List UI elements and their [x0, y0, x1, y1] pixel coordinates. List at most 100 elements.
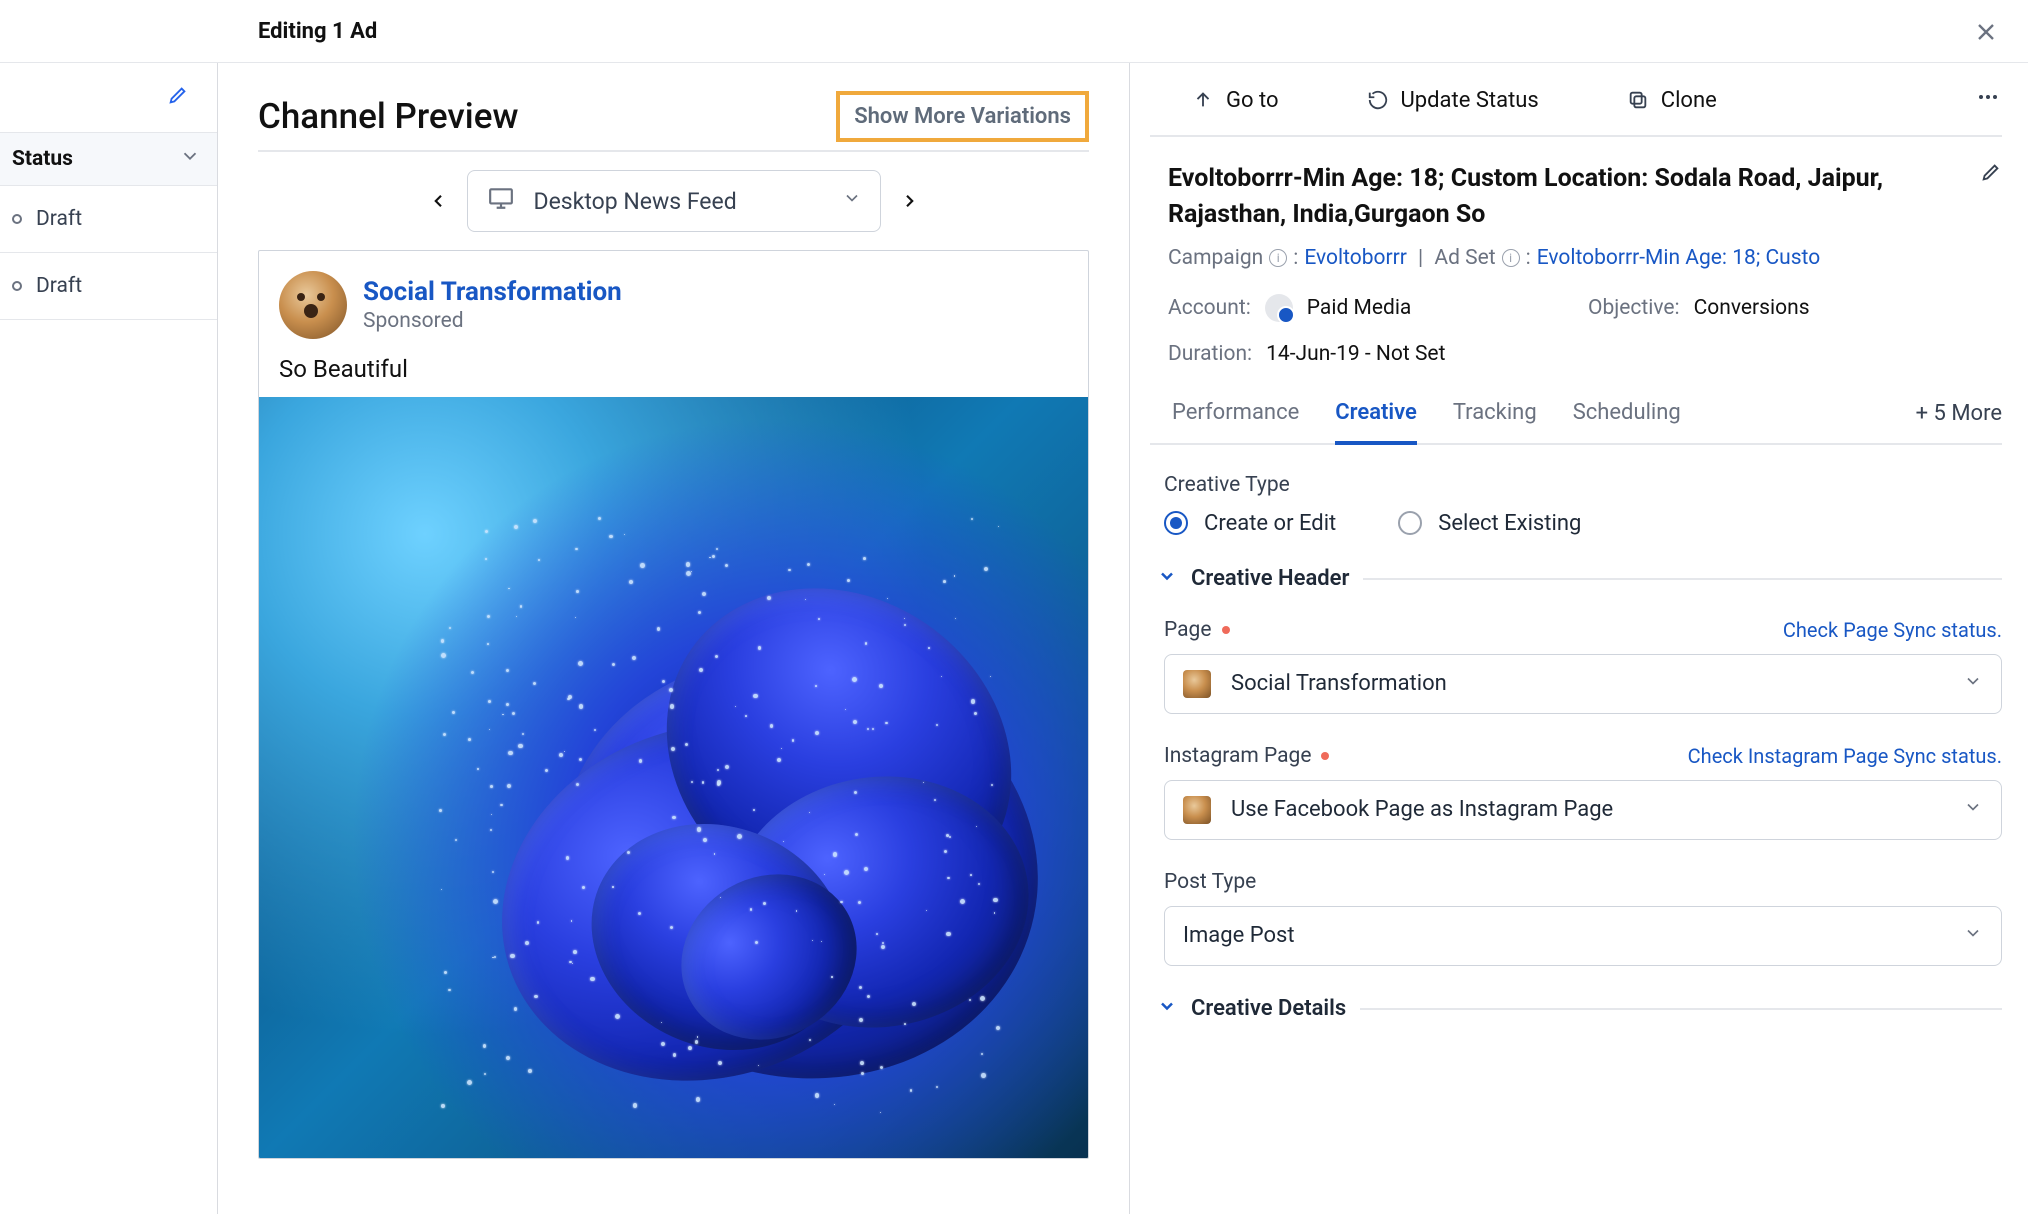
ad-title-row: Evoltoborrr-Min Age: 18; Custom Location…: [1150, 137, 2002, 244]
clone-label: Clone: [1661, 88, 1717, 113]
tabs: Performance Creative Tracking Scheduling…: [1150, 366, 2002, 445]
page-avatar: [279, 271, 347, 339]
field-label: Post Type: [1164, 870, 1256, 894]
creative-type-label: Creative Type: [1157, 473, 2002, 511]
edit-pencil-icon[interactable]: [167, 84, 189, 112]
chevron-down-icon: [1157, 566, 1177, 592]
post-type-value: Image Post: [1183, 923, 1943, 948]
status-item[interactable]: Draft: [0, 186, 217, 253]
tab-creative[interactable]: Creative: [1335, 400, 1417, 445]
radio-label: Select Existing: [1438, 511, 1581, 536]
creative-type-radios: Create or Edit Select Existing: [1157, 511, 2002, 566]
instagram-page-field: Instagram Page Check Instagram Page Sync…: [1157, 744, 2002, 870]
post-type-select[interactable]: Image Post: [1164, 906, 2002, 966]
post-preview-card: Social Transformation Sponsored So Beaut…: [258, 250, 1089, 1159]
show-more-variations-button[interactable]: Show More Variations: [836, 91, 1089, 142]
required-icon: [1222, 626, 1230, 634]
status-item-label: Draft: [36, 207, 82, 231]
tab-scheduling[interactable]: Scheduling: [1573, 400, 1681, 443]
goto-button[interactable]: Go to: [1192, 88, 1279, 113]
divider: [1363, 578, 2002, 580]
topbar: Editing 1 Ad: [0, 0, 2028, 63]
next-variation-button[interactable]: [893, 184, 927, 218]
right-panel: Go to Update Status Clone Evoltoborrr-Mi…: [1130, 63, 2028, 1214]
campaign-link[interactable]: Evoltoborrr: [1304, 246, 1407, 270]
adset-label: Ad Set: [1434, 246, 1495, 270]
goto-label: Go to: [1226, 88, 1279, 113]
page-title: Editing 1 Ad: [258, 19, 377, 44]
info-icon[interactable]: i: [1502, 249, 1520, 267]
status-dot-icon: [12, 214, 22, 224]
layout: Status Draft Draft Channel Preview Show …: [0, 63, 2028, 1214]
preview-column: Channel Preview Show More Variations Des…: [218, 63, 1130, 1214]
left-rail: Status Draft Draft: [0, 63, 218, 1214]
account-avatar: [1265, 294, 1293, 322]
update-status-button[interactable]: Update Status: [1367, 88, 1539, 113]
status-header[interactable]: Status: [0, 133, 217, 186]
feed-selector-value: Desktop News Feed: [534, 188, 824, 215]
feed-selector-row: Desktop News Feed: [258, 170, 1089, 232]
creative-type-section: Creative Type Create or Edit Select Exis…: [1150, 445, 2002, 1022]
post-page-name[interactable]: Social Transformation: [363, 277, 622, 307]
post-text: So Beautiful: [259, 351, 1088, 397]
page-sync-link[interactable]: Check Page Sync status.: [1783, 618, 2002, 642]
post-header-titles: Social Transformation Sponsored: [363, 277, 622, 333]
page-select-value: Social Transformation: [1231, 671, 1943, 696]
adset-link[interactable]: Evoltoborrr-Min Age: 18; Custo: [1537, 246, 1820, 270]
ad-meta: Account: Paid Media Objective: Conversio…: [1150, 284, 2002, 366]
status-item[interactable]: Draft: [0, 253, 217, 320]
account-label: Account:: [1168, 296, 1251, 320]
instagram-page-select[interactable]: Use Facebook Page as Instagram Page: [1164, 780, 2002, 840]
page-select[interactable]: Social Transformation: [1164, 654, 2002, 714]
creative-header-section[interactable]: Creative Header: [1157, 566, 2002, 592]
chevron-down-icon: [842, 188, 862, 214]
campaign-label: Campaign: [1168, 246, 1263, 270]
update-status-label: Update Status: [1401, 88, 1539, 113]
feed-selector[interactable]: Desktop News Feed: [467, 170, 881, 232]
edit-title-button[interactable]: [1980, 161, 2002, 189]
section-label: Creative Details: [1191, 996, 1346, 1021]
instagram-sync-link[interactable]: Check Instagram Page Sync status.: [1688, 744, 2002, 768]
close-button[interactable]: [1972, 18, 2000, 52]
field-label: Page: [1164, 618, 1212, 642]
divider: [1360, 1008, 2002, 1010]
tabs-more[interactable]: + 5 More: [1916, 401, 2002, 442]
duration-value: 14-Jun-19 - Not Set: [1266, 342, 1445, 366]
account-value: Paid Media: [1307, 296, 1412, 320]
info-icon[interactable]: i: [1269, 249, 1287, 267]
post-image: [259, 397, 1088, 1158]
radio-select-existing[interactable]: Select Existing: [1398, 511, 1581, 536]
tab-performance[interactable]: Performance: [1172, 400, 1299, 443]
prev-variation-button[interactable]: [421, 184, 455, 218]
radio-icon: [1398, 511, 1422, 535]
radio-create-or-edit[interactable]: Create or Edit: [1164, 511, 1336, 536]
radio-label: Create or Edit: [1204, 511, 1336, 536]
clone-button[interactable]: Clone: [1627, 88, 1717, 113]
sponsored-label: Sponsored: [363, 309, 622, 333]
status-dot-icon: [12, 281, 22, 291]
creative-details-section[interactable]: Creative Details: [1157, 996, 2002, 1022]
breadcrumb: Campaign i : Evoltoborrr | Ad Set i : Ev…: [1150, 244, 2002, 284]
action-bar: Go to Update Status Clone: [1150, 73, 2002, 135]
radio-icon: [1164, 511, 1188, 535]
instagram-select-value: Use Facebook Page as Instagram Page: [1231, 797, 1943, 822]
tab-tracking[interactable]: Tracking: [1453, 400, 1537, 443]
chevron-down-icon: [1963, 923, 1983, 949]
chevron-down-icon: [179, 145, 201, 173]
chevron-down-icon: [1963, 671, 1983, 697]
ad-title: Evoltoborrr-Min Age: 18; Custom Location…: [1168, 161, 1888, 234]
section-label: Creative Header: [1191, 566, 1349, 591]
post-header: Social Transformation Sponsored: [259, 251, 1088, 351]
preview-header: Channel Preview Show More Variations: [258, 91, 1089, 142]
chevron-down-icon: [1157, 996, 1177, 1022]
post-type-field: Post Type Image Post: [1157, 870, 2002, 996]
objective-label: Objective:: [1588, 296, 1680, 320]
page-field: Page Check Page Sync status. Social Tran…: [1157, 618, 2002, 744]
field-label: Instagram Page: [1164, 744, 1311, 768]
required-icon: [1321, 752, 1329, 760]
divider: [258, 150, 1089, 152]
page-thumb-icon: [1183, 670, 1211, 698]
duration-label: Duration:: [1168, 342, 1252, 366]
more-actions-button[interactable]: [1976, 85, 2000, 115]
chevron-down-icon: [1963, 797, 1983, 823]
